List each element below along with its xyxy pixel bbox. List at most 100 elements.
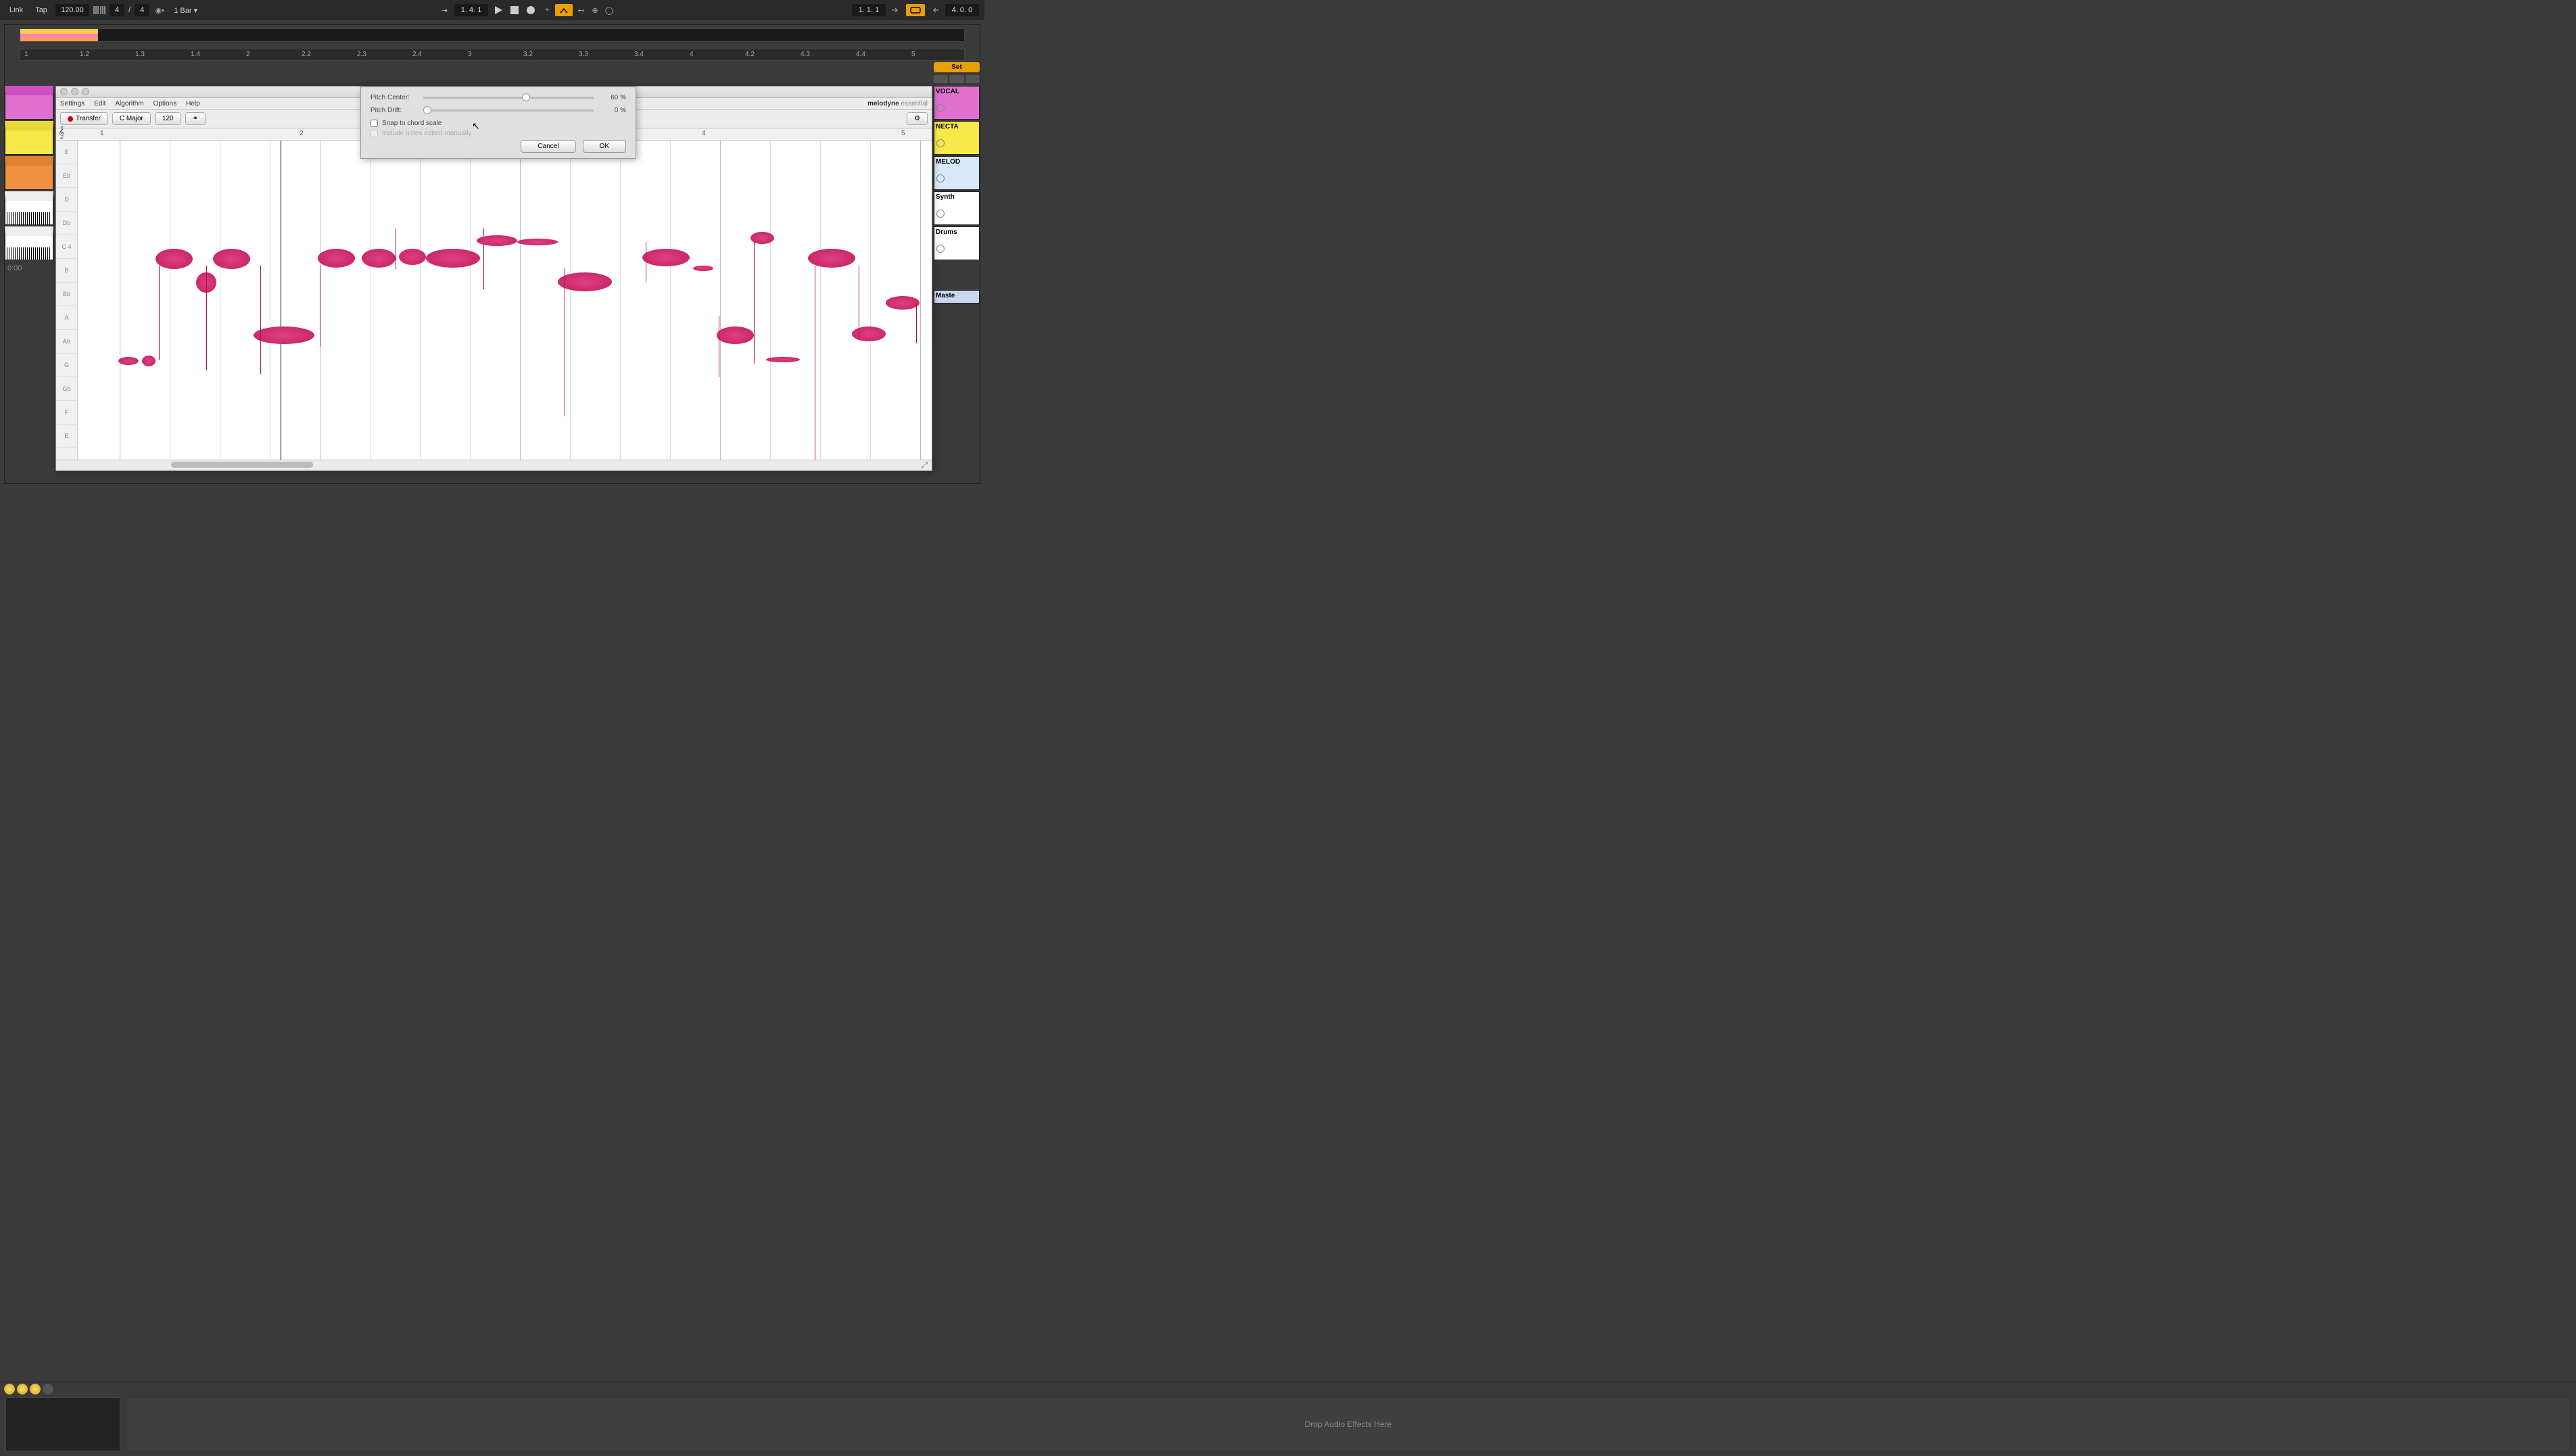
automation-arm[interactable] — [555, 4, 573, 16]
punch-in-icon[interactable] — [890, 4, 902, 16]
loop-icon[interactable]: ◯ — [603, 4, 615, 16]
pitch-center-slider[interactable] — [423, 97, 594, 99]
scrollbar-thumb[interactable] — [171, 462, 313, 468]
other-tab[interactable] — [43, 1384, 53, 1394]
timeline-ruler[interactable]: 1 1.2 1.3 1.4 2 2.2 2.3 2.4 3 3.2 3.3 3.… — [20, 49, 965, 61]
loop-switch[interactable] — [906, 4, 925, 16]
note-blob[interactable] — [558, 272, 612, 291]
include-checkbox — [371, 130, 378, 137]
note-blob[interactable] — [642, 249, 690, 266]
arrangement-overview[interactable] — [20, 28, 965, 42]
metronome-bars-icon[interactable] — [93, 4, 105, 16]
maximize-icon[interactable] — [82, 88, 89, 95]
snap-label: Snap to chord scale — [382, 120, 442, 127]
session-master[interactable]: Maste — [934, 290, 980, 304]
main-workspace: 1 1.2 1.3 1.4 2 2.2 2.3 2.4 3 3.2 3.3 3.… — [4, 24, 980, 484]
loop-start[interactable]: 1. 1. 1 — [852, 4, 886, 16]
note-area[interactable] — [78, 141, 932, 460]
note-blob[interactable] — [213, 249, 250, 269]
track-melody[interactable]: MELODY — [5, 156, 53, 190]
arrangement-position[interactable]: 1. 4. 1 — [454, 4, 488, 16]
tap-button[interactable]: Tap — [31, 5, 51, 16]
note-blob[interactable] — [318, 249, 355, 268]
session-track-melody[interactable]: MELOD — [934, 156, 980, 190]
note-blob[interactable] — [717, 326, 754, 344]
pitch-drift-slider[interactable] — [423, 110, 594, 112]
note-blob[interactable] — [156, 249, 193, 269]
menu-algorithm[interactable]: Algorithm — [115, 100, 143, 107]
link-icon[interactable]: ⚭ — [185, 112, 206, 125]
note-blob[interactable] — [362, 249, 396, 268]
clip-tab[interactable] — [30, 1384, 41, 1394]
piano-keys[interactable]: E Eb D Db C 4 B Bb A Ab G Gb F E — [56, 141, 78, 460]
follow-icon[interactable]: ⇥ — [438, 4, 450, 16]
nav-next[interactable] — [949, 75, 963, 83]
melodyne-editor[interactable]: 𝄞 1 2 3 4 5 E Eb D Db C 4 B Bb A Ab G Gb… — [56, 128, 932, 460]
note-blob[interactable] — [254, 326, 314, 344]
key-selector[interactable]: C Major — [112, 112, 151, 125]
track-synth[interactable]: Synth — [5, 191, 53, 225]
track-drums[interactable]: Drums — [5, 226, 53, 260]
link-button[interactable]: Link — [5, 5, 27, 16]
note-blob[interactable] — [517, 239, 558, 245]
expand-icon[interactable] — [936, 104, 945, 112]
pitch-center-value: 60 % — [599, 94, 626, 101]
punch-out-icon[interactable] — [929, 4, 941, 16]
gear-icon[interactable]: ⚙ — [907, 112, 928, 125]
expand-icon[interactable] — [936, 245, 945, 253]
info-tab[interactable] — [4, 1384, 15, 1394]
stop-button[interactable] — [508, 4, 521, 16]
nav-play[interactable] — [965, 75, 980, 83]
capture-icon[interactable]: ⊕ — [589, 4, 601, 16]
track-vocals[interactable]: VOCALS — [5, 86, 53, 120]
menu-edit[interactable]: Edit — [94, 100, 105, 107]
note-blob[interactable] — [426, 249, 480, 268]
session-sidebar: Set VOCAL NECTA MELOD Synth Drums Maste — [934, 62, 980, 304]
quantize-menu[interactable]: 1 Bar ▾ — [170, 5, 201, 16]
play-button[interactable] — [492, 4, 504, 16]
note-blob[interactable] — [852, 326, 886, 341]
menu-options[interactable]: Options — [153, 100, 176, 107]
minimize-icon[interactable] — [71, 88, 78, 95]
editor-scrollbar[interactable]: ⤢ — [56, 460, 932, 469]
record-button[interactable] — [525, 4, 537, 16]
session-track-synth[interactable]: Synth — [934, 191, 980, 225]
close-icon[interactable] — [60, 88, 68, 95]
note-blob[interactable] — [118, 357, 139, 365]
metronome-icon[interactable]: ◉• — [153, 4, 166, 16]
device-panel: Drop Audio Effects Here — [0, 1382, 2576, 1456]
menu-settings[interactable]: Settings — [60, 100, 85, 107]
tempo-field[interactable]: 120.00 — [55, 4, 89, 16]
track-nectar[interactable]: NECTAR — [5, 121, 53, 155]
set-button[interactable]: Set — [934, 62, 980, 72]
note-blob[interactable] — [886, 296, 920, 310]
expand-icon[interactable] — [936, 139, 945, 147]
session-track-nectar[interactable]: NECTA — [934, 121, 980, 155]
note-blob[interactable] — [693, 266, 713, 271]
device-slot[interactable] — [5, 1397, 120, 1451]
transfer-button[interactable]: Transfer — [60, 112, 108, 125]
overdub-plus-icon[interactable]: + — [541, 4, 553, 16]
timesig-num[interactable]: 4 — [110, 4, 124, 16]
timesig-den[interactable]: 4 — [135, 4, 149, 16]
note-blob[interactable] — [808, 249, 855, 268]
back-icon[interactable]: ↤ — [575, 4, 587, 16]
cancel-button[interactable]: Cancel — [521, 140, 575, 153]
ok-button[interactable]: OK — [583, 140, 626, 153]
expand-icon[interactable] — [936, 174, 945, 183]
nav-prev[interactable] — [934, 75, 948, 83]
note-blob[interactable] — [399, 249, 426, 265]
snap-checkbox[interactable] — [371, 120, 378, 127]
loop-length[interactable]: 4. 0. 0 — [945, 4, 979, 16]
zoom-tool-icon[interactable]: ⤢ — [921, 460, 928, 470]
session-track-vocals[interactable]: VOCAL — [934, 86, 980, 120]
note-blob[interactable] — [766, 357, 800, 362]
note-blob[interactable] — [477, 235, 517, 246]
menu-help[interactable]: Help — [186, 100, 200, 107]
drop-zone[interactable]: Drop Audio Effects Here — [126, 1397, 2571, 1451]
note-blob[interactable] — [142, 356, 156, 366]
session-track-drums[interactable]: Drums — [934, 226, 980, 260]
expand-icon[interactable] — [936, 210, 945, 218]
device-tab[interactable] — [17, 1384, 28, 1394]
bpm-field[interactable]: 120 — [155, 112, 181, 125]
